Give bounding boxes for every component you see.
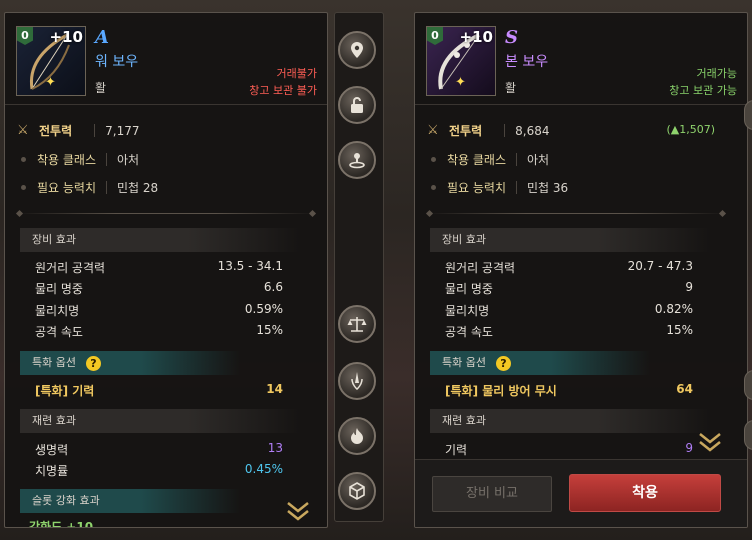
scroll-down-icon[interactable]: [697, 431, 723, 453]
combat-power-row: ⚔ 전투력 8,684: [427, 122, 549, 139]
sparkle-icon: ✦: [455, 75, 466, 90]
grade-badge: A: [95, 27, 109, 48]
stat-value: 15%: [256, 323, 283, 337]
combat-power-label: 전투력: [449, 124, 483, 138]
item-type: 활: [505, 81, 517, 95]
special-option-value: 64: [676, 382, 693, 396]
stat-label: 공격 속도: [35, 325, 83, 339]
special-option-header: 특화 옵션?: [20, 351, 240, 375]
requirement-label: 필요 능력치: [37, 181, 97, 195]
grade-badge: S: [505, 27, 518, 48]
combat-power-label: 전투력: [39, 124, 73, 138]
edge-handle[interactable]: [744, 100, 752, 130]
stat-value: 9: [685, 280, 693, 294]
item-name: 본 보우: [505, 54, 549, 70]
refine-effect-header: 재련 효과: [430, 409, 710, 433]
combat-power-value: 8,684: [515, 123, 550, 138]
class-label: 착용 클래스: [37, 153, 97, 167]
equip-effect-header: 장비 효과: [20, 228, 300, 252]
stat-label: 물리 명중: [35, 282, 83, 296]
stat-value: 13.5 - 34.1: [217, 259, 283, 273]
equip-button[interactable]: 착용: [569, 474, 721, 512]
item-icon: 0 +10 ✦: [426, 26, 496, 96]
requirement-value: 민첩 28: [117, 181, 159, 195]
requirement-label: 필요 능력치: [447, 181, 507, 195]
special-option-label: [특화] 물리 방어 무시: [445, 384, 557, 398]
class-row: 착용 클래스 아처: [431, 151, 549, 168]
refine-stat-label: 기력: [445, 443, 468, 457]
edge-handle[interactable]: [744, 420, 752, 450]
combat-power-diff: (▲1,507): [666, 123, 715, 136]
special-option-title: 특화 옵션: [32, 356, 76, 369]
divider: [17, 213, 315, 214]
stat-label: 원거리 공격력: [445, 261, 516, 275]
edge-handle[interactable]: [744, 370, 752, 400]
cube-icon[interactable]: [338, 472, 376, 510]
new-item-tooltip: 0 +10 ✦ S 본 보우 활 거래가능 창고 보관 가능 ⚔ 전투력 8,6…: [414, 12, 748, 528]
class-value: 아처: [117, 153, 140, 167]
refine-stat-label: 치명률: [35, 464, 69, 478]
special-option-value: 14: [266, 382, 283, 396]
requirement-row: 필요 능력치 민첩 36: [431, 179, 568, 196]
slot-effect-value: 강화도 +10: [29, 520, 94, 528]
refine-effect-header: 재련 효과: [20, 409, 300, 433]
class-row: 착용 클래스 아처: [21, 151, 139, 168]
trade-label: 거래불가: [276, 67, 317, 80]
sparkle-icon: ✦: [45, 75, 56, 90]
enhance-level: +10: [459, 28, 493, 46]
special-option-label: [특화] 기력: [35, 384, 95, 398]
refine-stat-label: 생명력: [35, 443, 69, 457]
scroll-down-icon[interactable]: [285, 500, 311, 522]
stat-label: 공격 속도: [445, 325, 493, 339]
requirement-row: 필요 능력치 민첩 28: [21, 179, 158, 196]
stat-label: 물리 명중: [445, 282, 493, 296]
class-label: 착용 클래스: [447, 153, 507, 167]
class-value: 아처: [527, 153, 550, 167]
map-pin-icon[interactable]: [338, 31, 376, 69]
storage-label: 창고 보관 가능: [669, 84, 737, 97]
compare-button[interactable]: 장비 비교: [432, 476, 552, 512]
special-option-title: 특화 옵션: [442, 356, 486, 369]
item-header: 0 +10 ✦ S 본 보우 활 거래가능 창고 보관 가능: [415, 13, 747, 105]
item-header: 0 +10 ✦ A 워 보우 활 거래불가 창고 보관 불가: [5, 13, 327, 105]
joystick-icon[interactable]: [338, 141, 376, 179]
trade-status: 거래불가 창고 보관 불가: [249, 65, 317, 99]
stat-value: 15%: [666, 323, 693, 337]
divider: [427, 213, 725, 214]
combat-power-row: ⚔ 전투력 7,177: [17, 122, 139, 139]
stat-label: 원거리 공격력: [35, 261, 106, 275]
storage-label: 창고 보관 불가: [249, 84, 317, 97]
swords-icon: ⚔: [17, 123, 29, 138]
sword-emblem-icon[interactable]: [338, 362, 376, 400]
trade-status: 거래가능 창고 보관 가능: [669, 65, 737, 99]
help-icon[interactable]: ?: [495, 355, 511, 371]
stat-value: 0.59%: [244, 302, 283, 316]
current-item-tooltip: 0 +10 ✦ A 워 보우 활 거래불가 창고 보관 불가 ⚔ 전투력 7,1…: [4, 12, 328, 528]
swords-icon: ⚔: [427, 123, 439, 138]
refine-stat-value: 0.45%: [244, 462, 283, 476]
combat-power-value: 7,177: [105, 123, 140, 138]
refine-stat-value: 9: [685, 441, 693, 455]
help-icon[interactable]: ?: [85, 355, 101, 371]
equip-effect-header: 장비 효과: [430, 228, 710, 252]
item-name: 워 보우: [95, 54, 139, 70]
refine-stat-value: 13: [267, 441, 283, 455]
slot-effect-header: 슬롯 강화 효과: [20, 489, 240, 513]
stat-label: 물리치명: [445, 304, 490, 318]
stat-label: 물리치명: [35, 304, 80, 318]
unlock-icon[interactable]: [338, 86, 376, 124]
item-type: 활: [95, 81, 107, 95]
stat-value: 6.6: [263, 280, 283, 294]
balance-scale-icon[interactable]: [338, 305, 376, 343]
stat-value: 20.7 - 47.3: [627, 259, 693, 273]
item-icon: 0 +10 ✦: [16, 26, 86, 96]
special-option-header: 특화 옵션?: [430, 351, 650, 375]
enhance-level: +10: [49, 28, 83, 46]
stat-value: 0.82%: [654, 302, 693, 316]
requirement-value: 민첩 36: [527, 181, 569, 195]
flame-icon[interactable]: [338, 417, 376, 455]
trade-label: 거래가능: [696, 67, 737, 80]
